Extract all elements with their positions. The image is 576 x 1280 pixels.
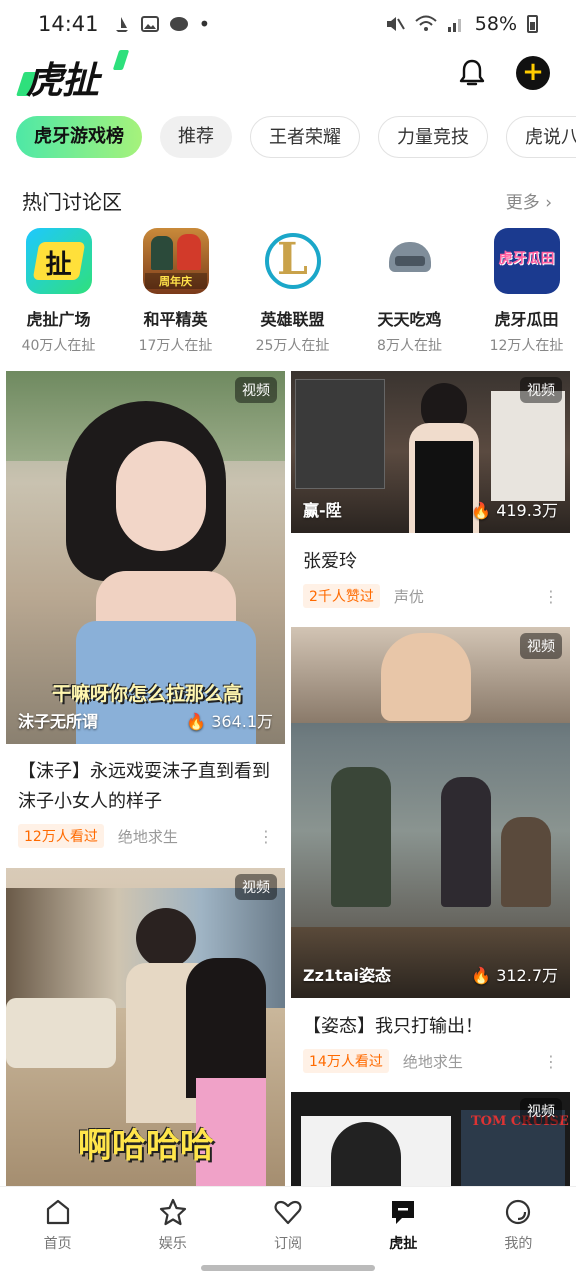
sailboat-icon xyxy=(115,17,128,32)
feed-card[interactable]: 视频 赢-陞 🔥 419.3万 张爱玲 2千人赞过 声优 ⋮ xyxy=(291,371,570,619)
add-post-button[interactable]: + xyxy=(516,56,550,90)
video-badge: 视频 xyxy=(520,1098,562,1124)
feed-card[interactable]: 啊哈哈哈 视频 xyxy=(6,868,285,1186)
helmet-icon xyxy=(376,228,443,294)
circle-league-of-legends[interactable]: L 英雄联盟 25万人在扯 xyxy=(234,228,351,358)
video-author: 赢-陞 xyxy=(303,501,342,520)
video-author: Zz1tai姿态 xyxy=(303,966,391,985)
huche-square-icon: 扯 xyxy=(25,228,92,294)
video-subtitle: 干嘛呀你怎么拉那么高 xyxy=(52,683,243,705)
gesture-bar[interactable] xyxy=(201,1265,375,1271)
circle-huche-square[interactable]: 扯 虎扯广场 40万人在扯 xyxy=(0,228,117,358)
image-icon xyxy=(140,16,159,32)
hot-discussion-title: 热门讨论区 xyxy=(22,190,122,214)
chat-icon xyxy=(392,1201,415,1224)
wifi-icon xyxy=(415,15,437,31)
video-badge: 视频 xyxy=(235,377,277,403)
feed-card[interactable]: 视频 Zz1tai姿态 🔥 312.7万 【姿态】我只打输出！ 14万人看过 绝… xyxy=(291,627,570,1083)
video-hot-count: 🔥 312.7万 xyxy=(471,966,558,985)
dot-icon: • xyxy=(198,12,211,36)
video-hot-count: 🔥 364.1万 xyxy=(186,712,273,731)
fire-icon: 🔥 xyxy=(471,501,492,520)
category-label: 绝地求生 xyxy=(117,827,178,846)
view-count-tag: 12万人看过 xyxy=(18,824,104,848)
video-author: 沫子无所谓 xyxy=(18,712,99,731)
video-caption: 【沫子】永远戏耍沫子直到看到沫子小女人的样子 xyxy=(18,761,270,812)
video-badge: 视频 xyxy=(235,874,277,900)
status-bar: 14:41 • 58% xyxy=(0,0,576,48)
mute-icon xyxy=(386,17,405,31)
nav-home[interactable]: 首页 xyxy=(0,1187,115,1280)
app-logo: 虎扯 xyxy=(16,50,130,102)
status-time: 14:41 xyxy=(38,12,99,36)
like-count-tag: 2千人赞过 xyxy=(303,584,380,608)
category-label: 绝地求生 xyxy=(402,1052,463,1071)
signal-icon xyxy=(447,19,461,32)
home-icon xyxy=(46,1199,69,1225)
tab-recommend[interactable]: 推荐 xyxy=(160,116,232,158)
video-badge: 视频 xyxy=(520,377,562,403)
video-thumbnail: 啊哈哈哈 视频 xyxy=(6,868,285,1186)
notification-bell-icon[interactable] xyxy=(458,58,486,88)
video-thumbnail: TOM CRUISE 视频 xyxy=(291,1092,570,1186)
battery-percent: 58% xyxy=(474,13,517,35)
more-options-icon[interactable]: ⋮ xyxy=(258,827,274,846)
video-badge: 视频 xyxy=(520,633,562,659)
tab-honor-of-kings[interactable]: 王者荣耀 xyxy=(250,116,360,158)
category-label: 声优 xyxy=(393,587,424,606)
feed-card[interactable]: 干嘛呀你怎么拉那么高 视频 沫子无所谓 🔥 364.1万 【沫子】永远戏耍沫子直… xyxy=(6,371,285,860)
video-meta: 14万人看过 绝地求生 ⋮ xyxy=(303,1049,559,1073)
feed-card[interactable]: TOM CRUISE 视频 xyxy=(291,1092,570,1186)
fire-icon: 🔥 xyxy=(471,966,492,985)
circle-daily-chicken[interactable]: 天天吃鸡 8万人在扯 xyxy=(351,228,468,358)
fire-icon: 🔥 xyxy=(186,712,207,731)
video-thumbnail: 视频 赢-陞 🔥 419.3万 xyxy=(291,371,570,533)
profile-icon xyxy=(506,1199,531,1225)
video-thumbnail: 视频 Zz1tai姿态 🔥 312.7万 xyxy=(291,627,570,998)
more-options-icon[interactable]: ⋮ xyxy=(543,1052,559,1071)
app-header: 虎扯 + xyxy=(0,48,576,102)
star-icon xyxy=(159,1198,186,1226)
view-count-tag: 14万人看过 xyxy=(303,1049,389,1073)
chat-bubble-icon xyxy=(169,17,188,31)
lol-icon: L xyxy=(259,228,326,294)
logo-text: 虎扯 xyxy=(26,59,99,102)
nav-profile[interactable]: 我的 xyxy=(461,1187,576,1280)
peace-elite-icon: 周年庆 xyxy=(142,228,209,294)
video-meta: 12万人看过 绝地求生 ⋮ xyxy=(18,824,274,848)
video-hot-count: 🔥 419.3万 xyxy=(471,501,558,520)
battery-icon xyxy=(527,15,538,33)
video-caption: 【姿态】我只打输出！ xyxy=(303,1016,483,1037)
circle-huya-melon[interactable]: 虎牙瓜田 虎牙瓜田 12万人在扯 xyxy=(468,228,576,358)
video-thumbnail: 干嘛呀你怎么拉那么高 视频 沫子无所谓 🔥 364.1万 xyxy=(6,371,285,744)
video-caption: 张爱玲 xyxy=(303,551,357,572)
tab-huya-gossip[interactable]: 虎说八卦 xyxy=(506,116,576,158)
circle-peace-elite[interactable]: 周年庆 和平精英 17万人在扯 xyxy=(117,228,234,358)
heart-icon xyxy=(274,1200,302,1225)
tab-power-sports[interactable]: 力量竞技 xyxy=(378,116,488,158)
more-options-icon[interactable]: ⋮ xyxy=(543,587,559,606)
huya-melon-icon: 虎牙瓜田 xyxy=(493,228,560,294)
video-subtitle: 啊哈哈哈 xyxy=(78,1126,214,1166)
video-meta: 2千人赞过 声优 ⋮ xyxy=(303,584,559,608)
category-tabs: 虎牙游戏榜 推荐 王者荣耀 力量竞技 虎说八卦 xyxy=(16,116,576,160)
tab-huya-game-rank[interactable]: 虎牙游戏榜 xyxy=(16,116,142,158)
more-link[interactable]: 更多 › xyxy=(506,188,552,213)
hot-discussion-list: 扯 虎扯广场 40万人在扯 周年庆 和平精英 17万人在扯 L 英雄联盟 25万… xyxy=(0,228,576,358)
